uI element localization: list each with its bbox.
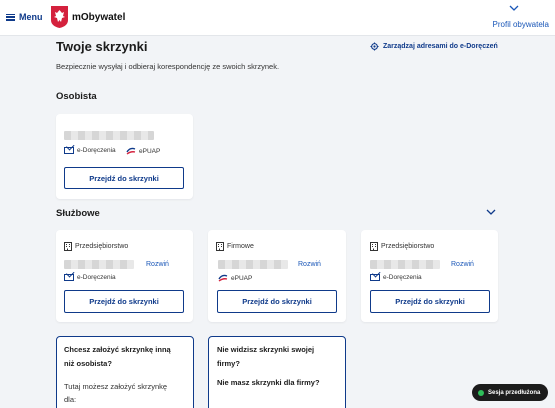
menu-label: Menu	[19, 12, 43, 22]
info-title-line: Chcesz założyć skrzynkę inną	[64, 345, 171, 354]
service-e-doreczenia: e-Doręczenia	[370, 274, 422, 281]
profile-link[interactable]: Profil obywatela	[493, 20, 549, 29]
app-name: mObywatel	[72, 12, 126, 23]
info-title-line: Nie masz skrzynki dla firmy?	[217, 378, 320, 387]
building-icon	[370, 242, 378, 251]
hamburger-icon	[6, 13, 15, 21]
top-bar: Menu mObywatel Profil obywatela	[0, 0, 555, 36]
mailbox-type: Przedsiębiorstwo	[64, 242, 128, 251]
business-mailbox-card: Przedsiębiorstwo Rozwiń e-Doręczenia Prz…	[361, 230, 498, 322]
create-mailbox-info-card: Chcesz założyć skrzynkę inną niż osobist…	[56, 336, 194, 408]
go-to-mailbox-button[interactable]: Przejdź do skrzynki	[64, 290, 184, 313]
mailbox-type-label: Przedsiębiorstwo	[381, 243, 435, 250]
service-e-doreczenia: e-Doręczenia	[64, 147, 116, 154]
service-epuap: ePUAP	[126, 147, 160, 155]
info-title-line: Nie widzisz skrzynki swojej	[217, 345, 315, 354]
service-e-doreczenia: e-Doręczenia	[64, 274, 116, 281]
business-mailbox-card: Przedsiębiorstwo Rozwiń e-Doręczenia Prz…	[56, 230, 193, 322]
info-title: Nie widzisz skrzynki swojej firmy? Nie m…	[217, 343, 320, 390]
page-title: Twoje skrzynki	[56, 39, 148, 54]
manage-addresses-link[interactable]: Zarządzaj adresami do e-Doręczeń	[370, 42, 498, 51]
expand-link[interactable]: Rozwiń	[451, 261, 474, 268]
session-extended-toast: Sesja przedłużona	[472, 384, 548, 401]
info-title: Chcesz założyć skrzynkę inną niż osobist…	[64, 343, 171, 371]
info-text: Tutaj możesz założyć skrzynkę dla:	[64, 380, 167, 406]
gear-icon	[370, 42, 379, 51]
page-subtitle: Bezpiecznie wysyłaj i odbieraj korespond…	[56, 62, 280, 71]
chevron-down-icon[interactable]	[509, 4, 519, 12]
personal-mailbox-card: e-Doręczenia ePUAP Przejdź do skrzynki	[56, 114, 193, 199]
business-heading: Służbowe	[56, 208, 100, 219]
service-epuap: ePUAP	[218, 274, 252, 282]
polish-emblem-icon	[51, 6, 68, 28]
envelope-icon	[64, 147, 74, 154]
service-label: e-Doręczenia	[383, 274, 422, 281]
redacted-address	[370, 260, 440, 269]
menu-button[interactable]: Menu	[6, 12, 43, 22]
redacted-address	[218, 260, 288, 269]
status-dot-icon	[478, 389, 484, 396]
service-label: ePUAP	[231, 274, 253, 282]
info-title-line: firmy?	[217, 359, 240, 368]
mailbox-type-label: Przedsiębiorstwo	[75, 243, 129, 250]
service-label: e-Doręczenia	[77, 274, 116, 281]
info-title-line: niż osobista?	[64, 359, 112, 368]
mailbox-type: Firmowe	[216, 242, 254, 251]
envelope-icon	[64, 274, 74, 281]
building-icon	[216, 242, 224, 251]
envelope-icon	[370, 274, 380, 281]
service-label: e-Doręczenia	[77, 147, 116, 154]
mailbox-type-label: Firmowe	[227, 243, 254, 250]
epuap-icon	[218, 274, 228, 282]
redacted-address	[64, 131, 154, 140]
business-mailbox-card: Firmowe Rozwiń ePUAP Przejdź do skrzynki	[208, 230, 346, 322]
info-text-line: Tutaj możesz założyć skrzynkę	[64, 382, 168, 391]
go-to-mailbox-button[interactable]: Przejdź do skrzynki	[217, 290, 337, 313]
info-text-line: dla:	[64, 395, 77, 404]
go-to-mailbox-button[interactable]: Przejdź do skrzynki	[370, 290, 490, 313]
service-label: ePUAP	[139, 147, 161, 155]
expand-link[interactable]: Rozwiń	[298, 261, 321, 268]
mailbox-type: Przedsiębiorstwo	[370, 242, 434, 251]
session-label: Sesja przedłużona	[488, 389, 541, 396]
redacted-address	[64, 260, 134, 269]
missing-company-mailbox-card: Nie widzisz skrzynki swojej firmy? Nie m…	[208, 336, 346, 408]
go-to-mailbox-button[interactable]: Przejdź do skrzynki	[64, 167, 184, 189]
personal-heading: Osobista	[56, 91, 97, 102]
chevron-down-icon[interactable]	[486, 208, 496, 216]
epuap-icon	[126, 147, 136, 155]
expand-link[interactable]: Rozwiń	[146, 261, 169, 268]
building-icon	[64, 242, 72, 251]
manage-addresses-label: Zarządzaj adresami do e-Doręczeń	[383, 43, 498, 50]
